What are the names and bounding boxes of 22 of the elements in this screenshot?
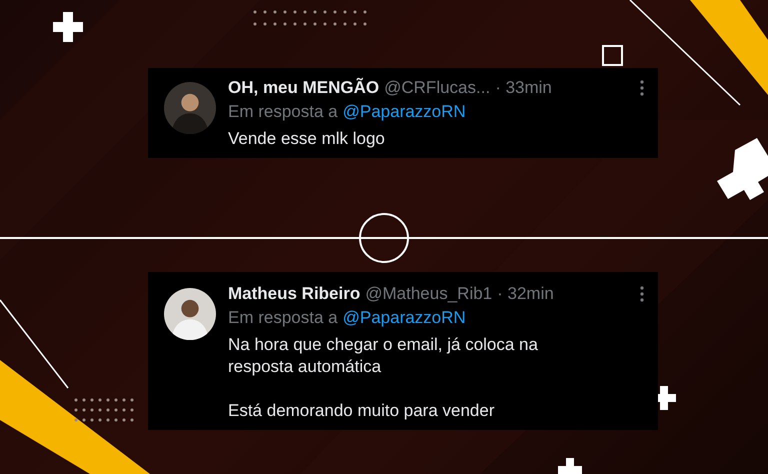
avatar-icon xyxy=(164,288,216,340)
reply-label: Em resposta a xyxy=(228,102,338,122)
timestamp: · 32min xyxy=(497,284,554,304)
mention-link[interactable]: @PaparazzoRN xyxy=(342,102,466,122)
mention-link[interactable]: @PaparazzoRN xyxy=(342,308,466,328)
dot-grid xyxy=(74,398,134,422)
reply-label: Em resposta a xyxy=(228,308,338,328)
avatar-icon xyxy=(164,82,216,134)
user-handle: @Matheus_Rib1 xyxy=(365,284,492,304)
timestamp: · 33min xyxy=(495,78,552,98)
tweet-text: Está demorando muito para vender xyxy=(228,400,496,422)
plus-icon xyxy=(53,12,83,42)
more-options-icon[interactable] xyxy=(640,80,644,96)
square-shape xyxy=(602,45,623,66)
more-options-icon[interactable] xyxy=(640,286,644,302)
plus-icon xyxy=(558,458,582,474)
user-name: OH, meu MENGÃO xyxy=(228,78,380,98)
user-handle: @CRFlucas... xyxy=(384,78,490,98)
tweet-text: Vende esse mlk logo xyxy=(228,128,386,150)
plus-shape xyxy=(717,138,768,200)
user-name: Matheus Ribeiro xyxy=(228,284,360,304)
tweet-text: Na hora que chegar o email, já coloca na resposta automática xyxy=(228,334,539,378)
